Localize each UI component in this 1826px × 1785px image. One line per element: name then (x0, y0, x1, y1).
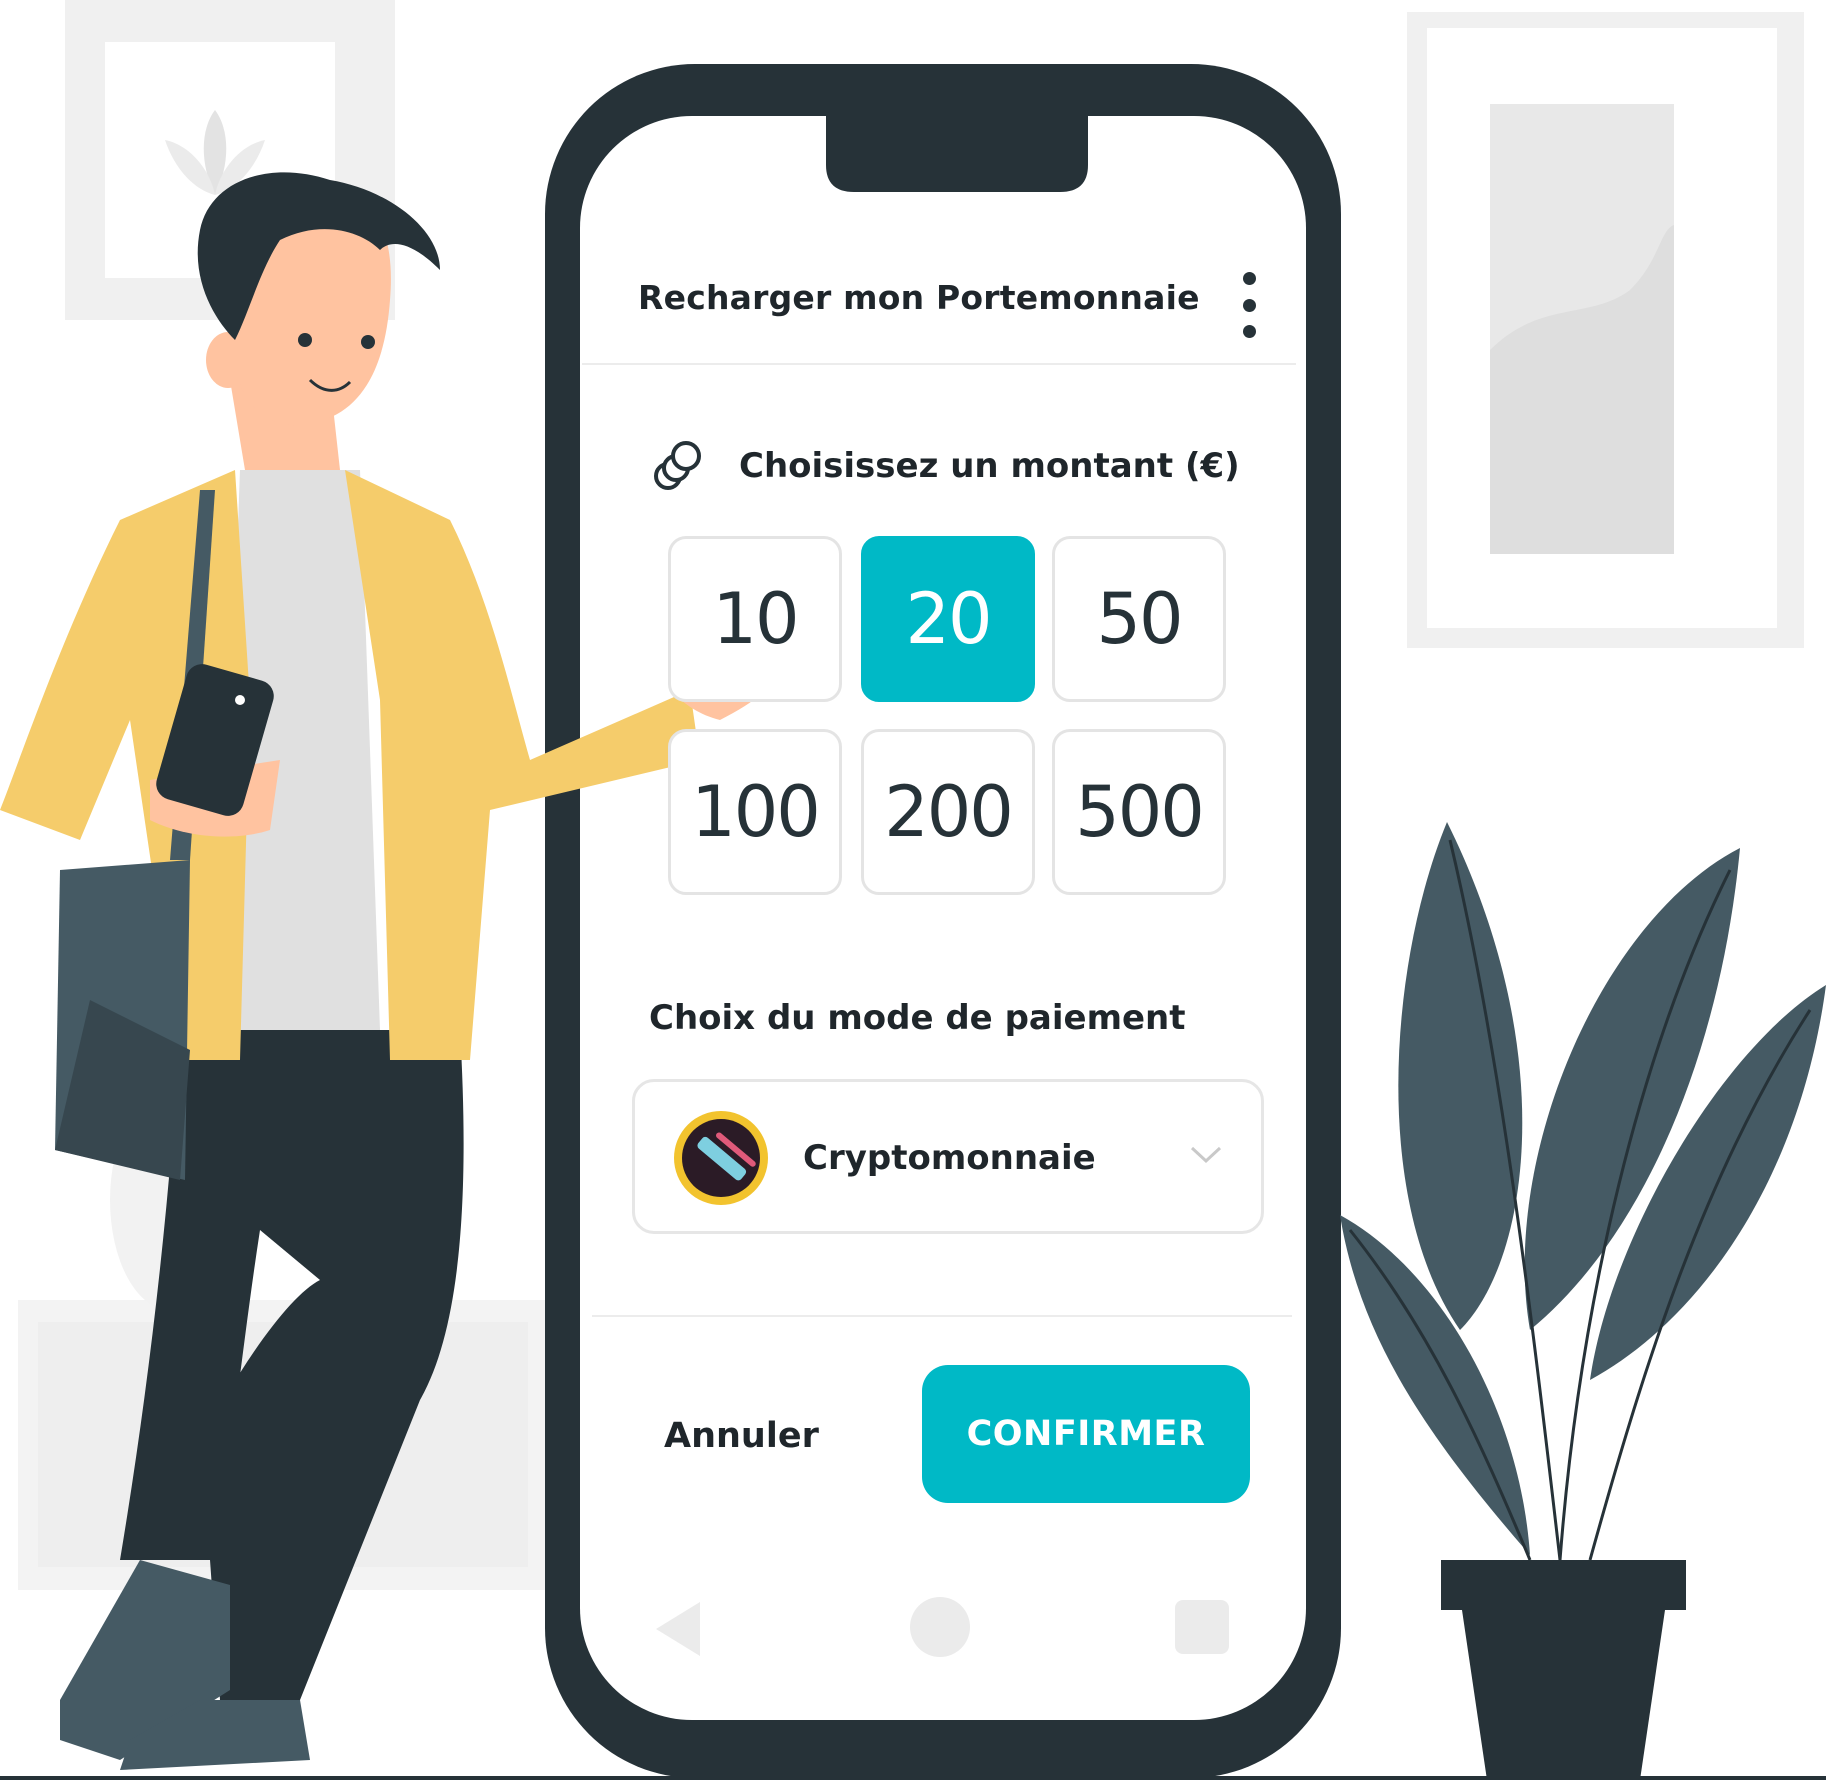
header-divider (582, 363, 1296, 365)
payment-method-select[interactable]: Cryptomonnaie (632, 1079, 1264, 1234)
amount-option-500[interactable]: 500 (1052, 729, 1226, 895)
page-title: Recharger mon Portemonnaie (638, 278, 1200, 317)
wall-frame-right (1407, 12, 1804, 648)
payment-method-value: Cryptomonnaie (803, 1138, 1096, 1178)
nav-back-icon[interactable] (656, 1602, 700, 1656)
phone-body (545, 64, 1341, 1778)
amount-option-20[interactable]: 20 (861, 536, 1035, 702)
amount-option-200[interactable]: 200 (861, 729, 1035, 895)
amount-option-100[interactable]: 100 (668, 729, 842, 895)
amount-option-10[interactable]: 10 (668, 536, 842, 702)
confirm-button[interactable]: CONFIRMER (922, 1365, 1250, 1503)
amount-option-50[interactable]: 50 (1052, 536, 1226, 702)
chevron-down-icon (1190, 1146, 1222, 1164)
menu-dots-icon[interactable] (1229, 272, 1269, 338)
footer-divider (592, 1315, 1292, 1317)
nav-home-icon[interactable] (910, 1597, 970, 1657)
crypto-logo-icon (674, 1111, 768, 1205)
coins-icon (654, 441, 701, 490)
amount-section-label: Choisissez un montant (€) (739, 446, 1240, 486)
payment-section-label: Choix du mode de paiement (649, 998, 1186, 1038)
plant (1340, 822, 1826, 1780)
nav-recent-icon[interactable] (1175, 1600, 1229, 1654)
cancel-button[interactable]: Annuler (664, 1406, 834, 1466)
amount-grid: 10 20 50 100 200 500 (668, 536, 1230, 900)
